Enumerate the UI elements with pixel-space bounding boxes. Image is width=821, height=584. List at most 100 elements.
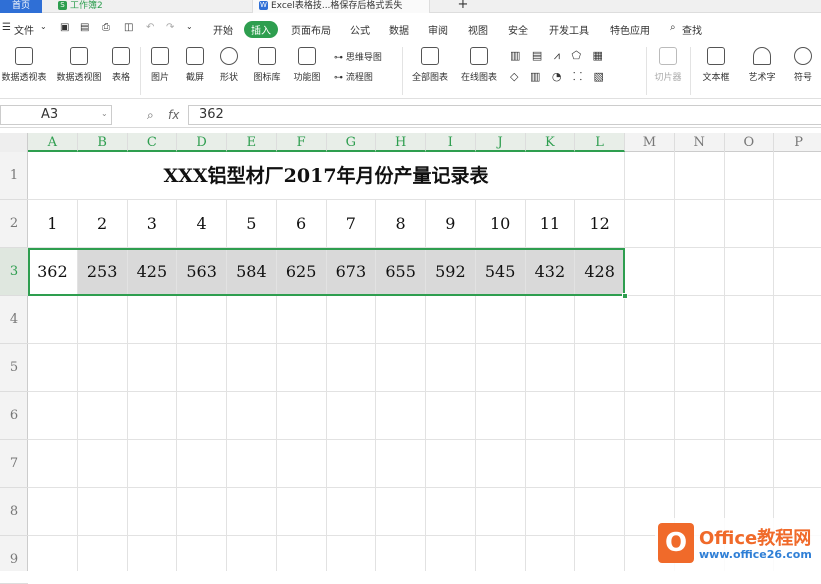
month-cell[interactable]: 3 [128, 200, 177, 247]
menu-search[interactable]: 查找 [682, 22, 702, 37]
office-logo-icon: O [658, 523, 694, 563]
pivot-table-button[interactable]: 数据透视表 [0, 47, 48, 83]
row-header-4[interactable]: 4 [0, 296, 28, 344]
grid-line [624, 152, 625, 571]
art-text-button[interactable]: 艺术字 [742, 47, 782, 83]
formula-input[interactable]: 362 [188, 105, 821, 125]
month-cell[interactable]: 7 [327, 200, 376, 247]
column-header-e[interactable]: E [227, 133, 277, 152]
row-header-5[interactable]: 5 [0, 344, 28, 392]
zoom-icon[interactable]: ⌕ [147, 108, 154, 123]
all-charts-button[interactable]: 全部图表 [410, 47, 450, 83]
table-button[interactable]: 表格 [108, 47, 134, 83]
column-header-p[interactable]: P [774, 133, 821, 152]
row-header-9[interactable]: 9 [0, 536, 28, 584]
pivot-chart-button[interactable]: 数据透视图 [54, 47, 104, 83]
shape-button[interactable]: 形状 [214, 47, 244, 83]
column-header-n[interactable]: N [675, 133, 725, 152]
column-header-k[interactable]: K [525, 133, 576, 152]
month-cell[interactable]: 6 [277, 200, 326, 247]
row-header-3[interactable]: 3 [0, 248, 28, 296]
month-cell[interactable]: 5 [227, 200, 276, 247]
column-header-c[interactable]: C [127, 133, 178, 152]
picture-button[interactable]: 图片 [145, 47, 175, 83]
menu-developer[interactable]: 开发工具 [549, 22, 589, 37]
search-icon[interactable]: ⌕ [670, 22, 676, 33]
chevron-down-icon[interactable]: ⌄ [101, 109, 108, 118]
document-icon: W [259, 1, 268, 10]
online-chart-button[interactable]: 在线图表 [456, 47, 502, 83]
fill-handle[interactable] [622, 293, 628, 299]
name-box[interactable]: A3 [0, 105, 112, 125]
save-icon[interactable]: ▣ [60, 22, 69, 33]
row-header-7[interactable]: 7 [0, 440, 28, 488]
chevron-down-icon[interactable]: ⌄ [40, 22, 47, 31]
spreadsheet-grid[interactable]: XXX铝型材厂2017年月份产量记录表 1 2 3 4 5 6 7 8 9 10 11 12 362 25… [28, 152, 821, 571]
undo-icon[interactable]: ↶ [146, 22, 154, 33]
new-tab-button[interactable]: + [455, 0, 471, 13]
symbol-button[interactable]: 符号 [788, 47, 818, 83]
chart-type-icons-row1[interactable]: ▥ ▤ ⩘ ⬠ ▦ [510, 49, 607, 63]
row-header: 123456789 [0, 152, 28, 584]
row-header-2[interactable]: 2 [0, 200, 28, 248]
column-header-f[interactable]: F [276, 133, 327, 152]
text-box-button[interactable]: 文本框 [696, 47, 736, 83]
column-header-b[interactable]: B [77, 133, 128, 152]
month-cell[interactable]: 9 [426, 200, 475, 247]
flow-chart-button[interactable]: ⊶ 流程图 [334, 70, 373, 83]
title-cell[interactable]: XXX铝型材厂2017年月份产量记录表 [28, 152, 625, 200]
tab-workbook[interactable]: S 工作簿2 [52, 0, 222, 13]
select-all-corner[interactable] [0, 133, 28, 152]
column-header-g[interactable]: G [326, 133, 377, 152]
function-icon[interactable]: fx [168, 108, 179, 122]
menu-special[interactable]: 特色应用 [610, 22, 650, 37]
print-icon[interactable]: ⎙ [102, 22, 110, 33]
menu-insert[interactable]: 插入 [244, 21, 278, 38]
slicer-button[interactable]: 切片器 [652, 47, 684, 83]
month-cell[interactable]: 11 [526, 200, 575, 247]
column-header-h[interactable]: H [376, 133, 426, 152]
column-header-j[interactable]: J [475, 133, 526, 152]
menu-page-layout[interactable]: 页面布局 [291, 22, 331, 37]
month-cell[interactable]: 8 [376, 200, 425, 247]
preview-icon[interactable]: ◫ [124, 22, 133, 33]
redo-icon[interactable]: ↷ [166, 22, 174, 33]
month-cell[interactable]: 12 [575, 200, 624, 247]
month-cell[interactable]: 2 [78, 200, 127, 247]
tab-document[interactable]: W Excel表格技...格保存后格式丢失 [252, 0, 430, 13]
online-chart-icon [470, 47, 488, 65]
function-chart-button[interactable]: 功能图 [288, 47, 326, 83]
row-header-1[interactable]: 1 [0, 152, 28, 200]
menu-review[interactable]: 审阅 [428, 22, 448, 37]
menu-security[interactable]: 安全 [508, 22, 528, 37]
month-cell[interactable]: 1 [28, 200, 77, 247]
omega-icon [794, 47, 812, 65]
mind-map-button[interactable]: ⊶ 思维导图 [334, 50, 382, 63]
column-header-i[interactable]: I [426, 133, 476, 152]
month-cell[interactable]: 10 [476, 200, 525, 247]
menu-file[interactable]: 文件 [14, 22, 34, 37]
icon-library-button[interactable]: 图标库 [250, 47, 284, 83]
menu-view[interactable]: 视图 [468, 22, 488, 37]
column-header-l[interactable]: L [575, 133, 625, 152]
column-header-d[interactable]: D [177, 133, 227, 152]
watermark-name: Office教程网 [699, 528, 812, 549]
hamburger-icon[interactable]: ☰ [2, 22, 11, 33]
menu-formula[interactable]: 公式 [350, 22, 370, 37]
chart-type-icons-row2[interactable]: ◇ ▥ ◔ ⸬ ▧ [510, 69, 608, 84]
row-header-6[interactable]: 6 [0, 392, 28, 440]
chevron-down-icon[interactable]: ⌄ [186, 22, 193, 31]
month-cell[interactable]: 4 [177, 200, 226, 247]
ribbon-divider [402, 47, 403, 95]
icon-library-icon [258, 47, 276, 65]
export-icon[interactable]: ▤ [80, 22, 89, 33]
tab-home[interactable]: 首页 [0, 0, 42, 13]
spreadsheet-icon: S [58, 1, 67, 10]
screenshot-button[interactable]: 截屏 [180, 47, 210, 83]
column-header-a[interactable]: A [28, 133, 78, 152]
column-header-m[interactable]: M [625, 133, 675, 152]
column-header-o[interactable]: O [725, 133, 775, 152]
row-header-8[interactable]: 8 [0, 488, 28, 536]
menu-start[interactable]: 开始 [213, 22, 233, 37]
menu-data[interactable]: 数据 [389, 22, 409, 37]
